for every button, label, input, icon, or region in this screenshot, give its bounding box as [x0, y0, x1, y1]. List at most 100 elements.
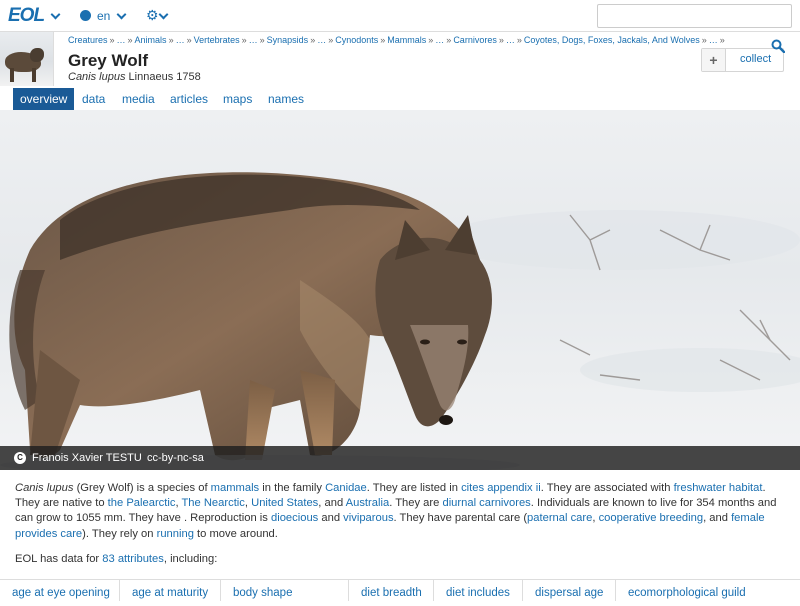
link-paternal-care[interactable]: paternal care: [527, 512, 592, 524]
breadcrumb-separator: »: [168, 35, 174, 45]
breadcrumb-item[interactable]: Cynodonts: [335, 35, 378, 45]
attribute-age-at-maturity[interactable]: age at maturity: [120, 580, 221, 601]
breadcrumb-separator: »: [719, 35, 725, 45]
link-palearctic[interactable]: the Palearctic: [108, 497, 176, 509]
tab-maps[interactable]: maps: [216, 88, 259, 110]
attribute-age-at-eye-opening[interactable]: age at eye opening: [0, 580, 120, 601]
summary-text: ). They rely on: [82, 527, 157, 540]
wolf-thumbnail-leg: [32, 68, 36, 82]
tab-data[interactable]: data: [75, 88, 112, 110]
link-viviparous[interactable]: viviparous: [343, 512, 393, 524]
link-diurnal-carnivores[interactable]: diurnal carnivores: [442, 497, 530, 509]
breadcrumb-item[interactable]: Animals: [135, 35, 167, 45]
hero-image[interactable]: [0, 110, 800, 470]
breadcrumb-separator: »: [259, 35, 265, 45]
breadcrumb-item[interactable]: Synapsids: [267, 35, 309, 45]
breadcrumb-ellipsis[interactable]: …: [709, 35, 718, 45]
link-nearctic[interactable]: The Nearctic: [181, 497, 244, 509]
breadcrumb-separator: »: [127, 35, 133, 45]
image-caption-bar: C Franois Xavier TESTU cc-by-nc-sa: [0, 446, 800, 470]
summary-text: in the family: [259, 482, 326, 494]
link-dioecious[interactable]: dioecious: [271, 512, 318, 524]
breadcrumb-item[interactable]: Mammals: [387, 35, 426, 45]
breadcrumb-separator: »: [428, 35, 434, 45]
breadcrumb-separator: »: [310, 35, 316, 45]
attributes-summary: EOL has data for 83 attributes, includin…: [15, 553, 217, 565]
plus-icon[interactable]: +: [702, 49, 726, 71]
chevron-down-icon[interactable]: [116, 9, 127, 20]
gear-icon[interactable]: ⚙: [146, 8, 159, 22]
attribute-diet-includes[interactable]: diet includes: [434, 580, 523, 601]
top-bar: EOL en ⚙: [0, 0, 800, 32]
link-cites-appendix[interactable]: cites appendix ii: [461, 482, 541, 494]
chevron-down-icon[interactable]: [158, 9, 169, 20]
language-selector[interactable]: en: [97, 9, 110, 23]
search-icon[interactable]: [771, 39, 785, 53]
scientific-name-italic: Canis lupus: [68, 71, 126, 83]
breadcrumb-separator: »: [186, 35, 192, 45]
globe-icon[interactable]: [80, 10, 91, 21]
link-mammals[interactable]: mammals: [211, 482, 259, 494]
scientific-name: Canis lupus Linnaeus 1758: [68, 71, 201, 83]
summary-text: . They are: [389, 497, 443, 510]
tab-names[interactable]: names: [261, 88, 311, 110]
attributes-suffix: , including:: [163, 553, 218, 565]
species-summary: Canis lupus (Grey Wolf) is a species of …: [15, 481, 790, 542]
link-freshwater-habitat[interactable]: freshwater habitat: [674, 482, 763, 494]
summary-text: , and: [703, 512, 732, 525]
attribute-diet-breadth[interactable]: diet breadth: [349, 580, 434, 601]
summary-text: Canis lupus: [15, 482, 74, 494]
breadcrumb-ellipsis[interactable]: …: [506, 35, 515, 45]
collect-label[interactable]: collect: [740, 53, 771, 65]
breadcrumb-ellipsis[interactable]: …: [117, 35, 126, 45]
tab-overview[interactable]: overview: [13, 88, 75, 110]
summary-text: (Grey Wolf) is a species of: [73, 482, 211, 494]
breadcrumb: Creatures»…» Animals»…» Vertebrates»…» Syna…: [68, 35, 725, 45]
breadcrumb-separator: »: [328, 35, 334, 45]
breadcrumb-ellipsis[interactable]: …: [317, 35, 326, 45]
taxon-authority: Linnaeus 1758: [128, 71, 201, 83]
image-credit[interactable]: Franois Xavier TESTU: [32, 446, 142, 470]
attribute-dispersal-age[interactable]: dispersal age: [523, 580, 616, 601]
breadcrumb-separator: »: [109, 35, 115, 45]
link-running[interactable]: running: [157, 528, 194, 540]
link-cooperative-breeding[interactable]: cooperative breeding: [599, 512, 704, 524]
summary-text: . They are listed in: [366, 482, 462, 494]
attribute-body-shape[interactable]: body shape: [221, 580, 349, 601]
summary-text: . They are associated with: [540, 482, 674, 494]
breadcrumb-separator: »: [516, 35, 522, 45]
breadcrumb-separator: »: [446, 35, 452, 45]
breadcrumb-ellipsis[interactable]: …: [249, 35, 258, 45]
attribute-list: age at eye opening age at maturity body …: [0, 579, 800, 601]
link-united-states[interactable]: United States: [251, 497, 318, 509]
breadcrumb-item[interactable]: Coyotes, Dogs, Foxes, Jackals, And Wolve…: [524, 35, 700, 45]
attributes-prefix: EOL has data for: [15, 553, 103, 565]
breadcrumb-item[interactable]: Vertebrates: [194, 35, 240, 45]
breadcrumb-separator: »: [498, 35, 504, 45]
breadcrumb-ellipsis[interactable]: …: [435, 35, 444, 45]
breadcrumb-separator: »: [241, 35, 247, 45]
taxon-thumbnail[interactable]: [0, 32, 54, 86]
page-title: Grey Wolf: [68, 51, 148, 70]
link-attributes-count[interactable]: 83 attributes: [102, 553, 164, 565]
eol-logo[interactable]: EOL: [8, 5, 45, 27]
breadcrumb-item[interactable]: Creatures: [68, 35, 108, 45]
summary-text: . They have parental care (: [393, 512, 528, 525]
attribute-ecomorphological-guild[interactable]: ecomorphological guild: [616, 580, 800, 601]
breadcrumb-separator: »: [380, 35, 386, 45]
chevron-down-icon[interactable]: [50, 9, 61, 20]
summary-text: , and: [318, 497, 346, 510]
link-canidae[interactable]: Canidae: [325, 482, 367, 494]
wolf-thumbnail-leg: [10, 68, 14, 82]
search-input[interactable]: [597, 4, 792, 28]
tab-media[interactable]: media: [115, 88, 162, 110]
breadcrumb-separator: »: [701, 35, 707, 45]
image-license[interactable]: cc-by-nc-sa: [147, 446, 204, 470]
summary-text: and: [318, 512, 344, 525]
breadcrumb-item[interactable]: Carnivores: [453, 35, 497, 45]
tab-articles[interactable]: articles: [163, 88, 215, 110]
link-australia[interactable]: Australia: [346, 497, 390, 509]
wolf-photo: [0, 110, 800, 470]
breadcrumb-ellipsis[interactable]: …: [176, 35, 185, 45]
summary-text: to move around.: [193, 527, 278, 540]
